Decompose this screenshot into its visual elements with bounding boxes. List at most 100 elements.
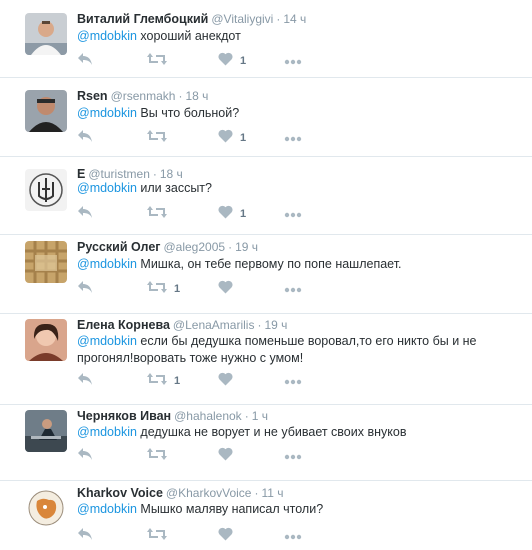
mention-link[interactable]: @mdobkin (77, 181, 137, 195)
retweet-button[interactable] (147, 129, 174, 148)
more-button[interactable] (284, 373, 302, 389)
reply-button[interactable] (77, 205, 93, 224)
avatar[interactable] (25, 169, 67, 211)
reply-button[interactable] (77, 52, 93, 71)
timestamp[interactable]: 14 ч (283, 12, 306, 26)
separator-dot: · (178, 89, 183, 103)
retweet-icon (147, 129, 167, 148)
more-button[interactable] (284, 448, 302, 464)
mention-link[interactable]: @mdobkin (77, 425, 137, 439)
timestamp[interactable]: 1 ч (252, 409, 268, 423)
timestamp[interactable]: 11 ч (261, 486, 283, 500)
tweet-body: хороший анекдот (136, 29, 241, 43)
timestamp[interactable]: 19 ч (264, 318, 287, 332)
author-name[interactable]: Rsen (77, 89, 108, 103)
tweet-item: Русский Олег @aleg2005 · 19 ч @mdobkin Мишк… (0, 235, 532, 314)
retweet-icon (147, 52, 167, 71)
separator-dot: · (228, 240, 233, 254)
like-button[interactable]: 1 (218, 129, 246, 146)
author-handle[interactable]: @LenaAmarilis (173, 318, 255, 332)
separator-dot: · (257, 318, 262, 332)
tweet-actions: 1 (77, 52, 377, 71)
more-button[interactable] (284, 281, 302, 297)
more-icon (284, 205, 302, 223)
tweet-text: @mdobkin Мышко маляву написал чтоли? (77, 501, 497, 518)
retweet-button[interactable] (147, 205, 174, 222)
tweet-text: @mdobkin если бы дедушка поменьше ворова… (77, 333, 497, 367)
retweet-count: 1 (174, 283, 181, 295)
reply-icon (77, 205, 93, 224)
like-button[interactable] (218, 447, 240, 464)
heart-icon (218, 280, 233, 299)
more-icon (284, 447, 302, 465)
retweet-button[interactable] (147, 447, 174, 466)
tweet-text: @mdobkin или зассыт? (77, 180, 497, 197)
author-name[interactable]: Kharkov Voice (77, 486, 163, 500)
avatar[interactable] (25, 319, 67, 361)
like-button[interactable] (218, 372, 240, 389)
author-name[interactable]: Виталий Глембоцкий (77, 12, 208, 26)
tweet-header: Rsen @rsenmakh · 18 ч (77, 88, 208, 104)
more-icon (284, 280, 302, 298)
separator-dot: · (152, 167, 157, 181)
author-handle[interactable]: @KharkovVoice (166, 486, 252, 500)
retweet-button[interactable] (147, 527, 174, 544)
reply-button[interactable] (77, 447, 93, 466)
more-button[interactable] (284, 53, 302, 69)
tweet-text: @mdobkin Мишка, он тебе первому по попе … (77, 256, 497, 273)
author-name[interactable]: Елена Корнева (77, 318, 170, 332)
mention-link[interactable]: @mdobkin (77, 106, 137, 120)
more-button[interactable] (284, 206, 302, 222)
avatar[interactable] (25, 487, 67, 529)
tweet-text: @mdobkin хороший анекдот (77, 28, 497, 45)
avatar[interactable] (25, 410, 67, 452)
retweet-button[interactable] (147, 52, 174, 71)
author-name[interactable]: Русский Олег (77, 240, 160, 254)
author-handle[interactable]: @aleg2005 (163, 240, 225, 254)
avatar[interactable] (25, 241, 67, 283)
tweet-actions (77, 527, 377, 546)
tweet-body: Мышко маляву написал чтоли? (136, 502, 324, 516)
avatar[interactable] (25, 90, 67, 132)
timestamp[interactable]: 19 ч (235, 240, 258, 254)
tweet-text: @mdobkin дедушка не ворует и не убивает … (77, 424, 497, 441)
like-button[interactable] (218, 527, 240, 546)
retweet-button[interactable]: 1 (147, 280, 181, 297)
tweet-item: E @turistmen · 18 ч @mdobkin или зассыт? 1 (0, 157, 532, 235)
author-name[interactable]: Черняков Иван (77, 409, 171, 423)
reply-button[interactable] (77, 372, 93, 389)
like-button[interactable] (218, 280, 240, 299)
reply-button[interactable] (77, 129, 93, 146)
tweet-text: @mdobkin Вы что больной? (77, 105, 497, 122)
mention-link[interactable]: @mdobkin (77, 29, 137, 43)
reply-button[interactable] (77, 280, 93, 299)
retweet-button[interactable]: 1 (147, 372, 180, 389)
timestamp[interactable]: 18 ч (185, 89, 208, 103)
mention-link[interactable]: @mdobkin (77, 334, 137, 348)
more-icon (284, 129, 302, 147)
mention-link[interactable]: @mdobkin (77, 257, 137, 271)
author-handle[interactable]: @hahalenok (174, 409, 242, 423)
author-handle[interactable]: @Vitaliygivi (211, 12, 273, 26)
tweet-body: или зассыт? (136, 181, 212, 195)
like-button[interactable]: 1 (218, 205, 246, 222)
heart-icon (218, 52, 233, 71)
author-handle[interactable]: @rsenmakh (111, 89, 176, 103)
heart-icon (218, 527, 233, 546)
more-button[interactable] (284, 528, 302, 544)
reply-icon (77, 447, 93, 466)
author-handle[interactable]: @turistmen (88, 167, 150, 181)
reply-icon (77, 52, 93, 71)
reply-icon (77, 280, 93, 299)
like-button[interactable]: 1 (218, 52, 246, 71)
author-name[interactable]: E (77, 167, 85, 181)
reply-button[interactable] (77, 527, 93, 544)
tweet-item: Виталий Глембоцкий @Vitaliygivi · 14 ч @mdo… (0, 0, 532, 78)
tweet-body: если бы дедушка поменьше воровал,то его … (136, 334, 477, 348)
avatar[interactable] (25, 13, 67, 55)
tweet-header: Елена Корнева @LenaAmarilis · 19 ч (77, 317, 287, 333)
timestamp[interactable]: 18 ч (160, 167, 183, 181)
retweet-icon (147, 447, 167, 466)
more-button[interactable] (284, 130, 302, 146)
mention-link[interactable]: @mdobkin (77, 502, 137, 516)
